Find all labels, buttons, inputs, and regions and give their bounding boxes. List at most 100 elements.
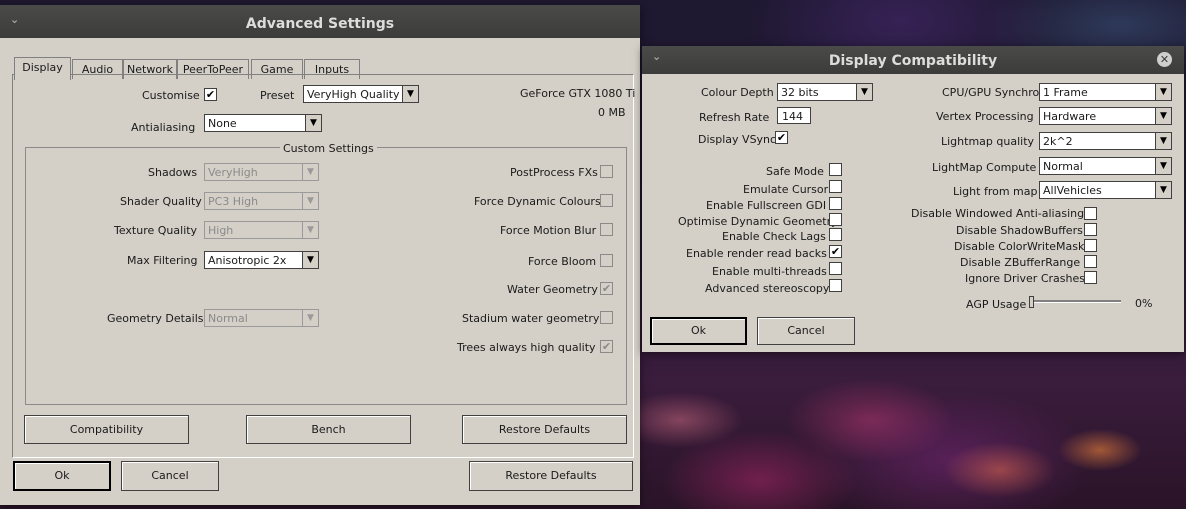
lightmap-quality-label: Lightmap quality — [941, 135, 1035, 148]
restore-defaults-inner-button[interactable]: Restore Defaults — [462, 415, 627, 444]
optimise-dynamic-geometry-checkbox[interactable] — [829, 213, 842, 226]
force-dynamic-colours-label: Force Dynamic Colours — [474, 195, 601, 208]
multi-threads-checkbox[interactable] — [829, 262, 842, 275]
chevron-down-icon[interactable]: ▼ — [1155, 158, 1171, 174]
antialiasing-value: None — [208, 117, 237, 130]
window-title: Advanced Settings — [245, 16, 395, 32]
trees-high-quality-checkbox[interactable]: ✔ — [600, 340, 613, 353]
shader-quality-select[interactable]: PC3 High ▼ — [204, 192, 319, 210]
geometry-details-label: Geometry Details — [107, 312, 204, 325]
antialiasing-select[interactable]: None ▼ — [204, 114, 322, 132]
light-from-map-value: AllVehicles — [1043, 184, 1102, 197]
geometry-details-value: Normal — [208, 312, 248, 325]
refresh-rate-input[interactable]: 144 — [777, 107, 811, 124]
enable-check-lags-checkbox[interactable] — [829, 228, 842, 241]
bench-button[interactable]: Bench — [246, 415, 411, 444]
window-menu-chevron-icon[interactable]: ⌄ — [652, 46, 661, 68]
geometry-details-select[interactable]: Normal ▼ — [204, 309, 319, 327]
customise-checkbox[interactable]: ✔ — [204, 88, 217, 101]
agp-usage-slider[interactable] — [1029, 296, 1121, 308]
chevron-down-icon[interactable]: ▼ — [1155, 133, 1171, 149]
slider-thumb[interactable] — [1029, 296, 1034, 308]
force-motion-blur-checkbox[interactable] — [600, 223, 613, 236]
texture-quality-select[interactable]: High ▼ — [204, 221, 319, 239]
stadium-water-geometry-label: Stadium water geometry — [462, 312, 600, 325]
safe-mode-checkbox[interactable] — [829, 163, 842, 176]
lightmap-quality-value: 2k^2 — [1043, 135, 1073, 148]
multi-threads-label: Enable multi-threads — [712, 265, 827, 278]
preset-label: Preset — [260, 89, 295, 102]
shadows-select[interactable]: VeryHigh ▼ — [204, 163, 319, 181]
force-motion-blur-label: Force Motion Blur — [500, 224, 597, 237]
gpu-memory: 0 MB — [598, 106, 626, 119]
agp-usage-label: AGP Usage — [966, 298, 1027, 311]
render-read-backs-checkbox[interactable]: ✔ — [829, 245, 842, 258]
water-geometry-checkbox[interactable]: ✔ — [600, 282, 613, 295]
shadows-value: VeryHigh — [208, 166, 258, 179]
vertex-processing-select[interactable]: Hardware ▼ — [1039, 107, 1172, 125]
window-titlebar[interactable]: ⌄ Advanced Settings — [0, 5, 640, 38]
chevron-down-icon[interactable]: ▼ — [402, 86, 418, 102]
water-geometry-label: Water Geometry — [507, 283, 598, 296]
chevron-down-icon[interactable]: ▼ — [856, 84, 872, 100]
custom-settings-group — [25, 147, 627, 405]
cpu-gpu-synchro-value: 1 Frame — [1043, 86, 1088, 99]
display-vsync-checkbox[interactable]: ✔ — [775, 131, 788, 144]
ok-button[interactable]: Ok — [13, 461, 111, 491]
lightmap-compute-value: Normal — [1043, 160, 1083, 173]
antialiasing-label: Antialiasing — [131, 121, 196, 134]
restore-defaults-button[interactable]: Restore Defaults — [469, 461, 633, 491]
advanced-stereoscopy-checkbox[interactable] — [829, 279, 842, 292]
advanced-settings-window: ⌄ Advanced Settings Display Audio Networ… — [0, 5, 640, 505]
close-icon[interactable]: ✕ — [1157, 52, 1172, 67]
lightmap-compute-select[interactable]: Normal ▼ — [1039, 157, 1172, 175]
ignore-driver-crashes-checkbox[interactable] — [1084, 271, 1097, 284]
zbufferrange-checkbox[interactable] — [1084, 255, 1097, 268]
cpu-gpu-synchro-label: CPU/GPU Synchro — [942, 86, 1040, 99]
refresh-rate-label: Refresh Rate — [699, 111, 770, 124]
chevron-down-icon[interactable]: ▼ — [1155, 84, 1171, 100]
lightmap-quality-select[interactable]: 2k^2 ▼ — [1039, 132, 1172, 150]
light-from-map-label: Light from map — [953, 185, 1038, 198]
colour-depth-label: Colour Depth — [701, 86, 774, 99]
force-bloom-checkbox[interactable] — [600, 254, 613, 267]
shadowbuffers-checkbox[interactable] — [1084, 223, 1097, 236]
max-filtering-select[interactable]: Anisotropic 2x ▼ — [204, 251, 319, 269]
zbufferrange-label: Disable ZBufferRange — [960, 256, 1081, 269]
max-filtering-label: Max Filtering — [127, 254, 198, 267]
compatibility-button[interactable]: Compatibility — [24, 415, 189, 444]
chevron-down-icon[interactable]: ▼ — [302, 252, 318, 268]
light-from-map-select[interactable]: AllVehicles ▼ — [1039, 181, 1172, 199]
shader-quality-label: Shader Quality — [120, 195, 202, 208]
stadium-water-geometry-checkbox[interactable] — [600, 311, 613, 324]
texture-quality-value: High — [208, 224, 234, 237]
windowed-aa-label: Disable Windowed Anti-aliasing — [911, 207, 1085, 220]
emulate-cursor-checkbox[interactable] — [829, 180, 842, 193]
fullscreen-gdi-checkbox[interactable] — [829, 197, 842, 210]
enable-check-lags-label: Enable Check Lags — [722, 230, 826, 243]
windowed-aa-checkbox[interactable] — [1084, 207, 1097, 220]
tab-display[interactable]: Display — [14, 57, 71, 80]
force-bloom-label: Force Bloom — [528, 255, 597, 268]
ok-button[interactable]: Ok — [650, 317, 747, 345]
preset-value: VeryHigh Quality — [307, 88, 400, 101]
force-dynamic-colours-checkbox[interactable] — [600, 194, 613, 207]
window-menu-chevron-icon[interactable]: ⌄ — [10, 5, 19, 35]
chevron-down-icon[interactable]: ▼ — [1155, 108, 1171, 124]
safe-mode-label: Safe Mode — [766, 165, 824, 178]
window-titlebar[interactable]: ⌄ Display Compatibility ✕ — [642, 46, 1184, 74]
cpu-gpu-synchro-select[interactable]: 1 Frame ▼ — [1039, 83, 1172, 101]
chevron-down-icon[interactable]: ▼ — [305, 115, 321, 131]
cancel-button[interactable]: Cancel — [121, 461, 219, 491]
preset-select[interactable]: VeryHigh Quality ▼ — [303, 85, 419, 103]
chevron-down-icon: ▼ — [302, 310, 318, 326]
cancel-button[interactable]: Cancel — [757, 317, 855, 345]
colorwritemask-checkbox[interactable] — [1084, 239, 1097, 252]
colour-depth-select[interactable]: 32 bits ▼ — [777, 83, 873, 101]
agp-usage-value: 0% — [1135, 297, 1153, 310]
display-vsync-label: Display VSync — [698, 133, 777, 146]
postprocess-fxs-checkbox[interactable] — [600, 165, 613, 178]
chevron-down-icon: ▼ — [302, 164, 318, 180]
chevron-down-icon[interactable]: ▼ — [1155, 182, 1171, 198]
display-compatibility-window: ⌄ Display Compatibility ✕ Colour Depth 3… — [642, 46, 1184, 352]
